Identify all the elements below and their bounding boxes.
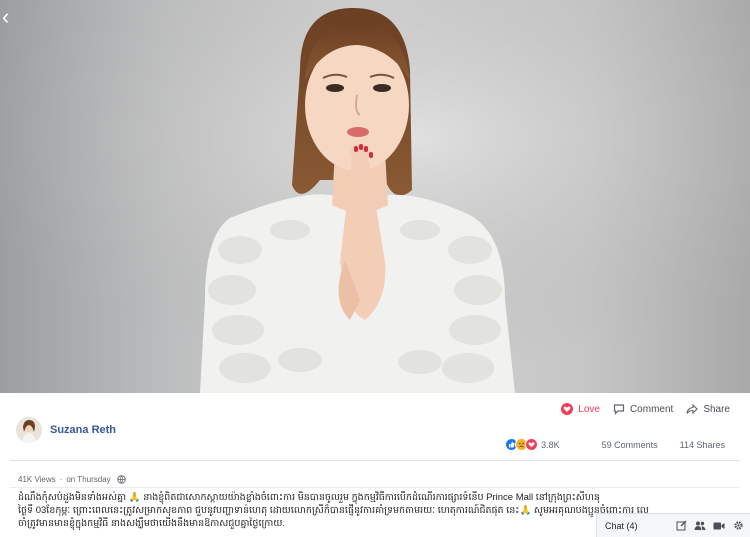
post-meta: 41K Views · on Thursday [18, 475, 126, 484]
shares-count[interactable]: 114 Shares [680, 440, 725, 450]
divider [10, 487, 740, 488]
love-icon [561, 403, 574, 415]
share-button[interactable]: Share [686, 403, 730, 415]
post-time[interactable]: on Thursday [66, 475, 110, 484]
chat-icons [668, 520, 744, 532]
post-stats: 3.8K 59 Comments 114 Shares [505, 438, 725, 451]
comment-label: Comment [629, 403, 674, 415]
video-frame [0, 0, 750, 393]
chat-label[interactable]: Chat (4) [605, 521, 638, 531]
video-call-icon[interactable] [713, 520, 725, 532]
chat-bar[interactable]: Chat (4) [596, 513, 750, 537]
author-name[interactable]: Suzana Reth [50, 424, 116, 436]
reactions-summary[interactable]: 3.8K [505, 438, 560, 451]
group-icon[interactable] [694, 520, 706, 532]
comment-icon [613, 404, 625, 415]
video-player[interactable]: ‹ [0, 0, 750, 393]
meta-separator: · [59, 475, 63, 484]
globe-icon [116, 475, 126, 484]
compose-icon[interactable] [675, 520, 687, 532]
avatar[interactable] [16, 417, 42, 443]
reaction-count: 3.8K [541, 439, 560, 450]
comment-button[interactable]: Comment [613, 403, 673, 415]
post-author[interactable]: Suzana Reth [16, 417, 116, 443]
divider [10, 460, 740, 461]
love-button[interactable]: Love [561, 403, 600, 415]
caption-line: ដំណឹងកុំសប់ដួងមិនទាំងអស់គ្នា 🙏 នាងខ្ញុំព… [18, 492, 600, 503]
settings-icon[interactable] [732, 520, 744, 532]
comments-count[interactable]: 59 Comments [602, 440, 658, 450]
chevron-left-icon[interactable]: ‹ [2, 6, 9, 28]
post-actions: Love Comment Share [548, 403, 730, 415]
share-icon [686, 403, 699, 415]
views-count: 41K Views [18, 475, 56, 484]
share-label: Share [703, 403, 730, 415]
love-label: Love [578, 403, 600, 415]
love-reaction-icon [525, 438, 539, 451]
